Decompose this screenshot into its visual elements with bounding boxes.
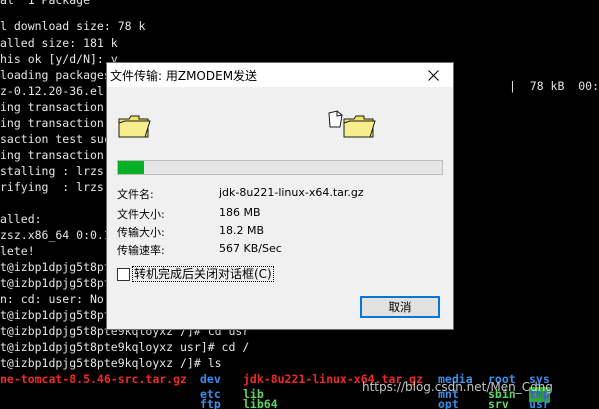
dialog-title: 文件传输: 用ZMODEM发送 bbox=[110, 69, 258, 83]
ls-item-ftp: ftp bbox=[200, 397, 221, 409]
transfer-rate-value: 567 KB/Sec bbox=[219, 242, 282, 255]
terminal-line: alled size: 181 k bbox=[0, 36, 118, 50]
transferred-size-label: 传输大小: bbox=[117, 226, 165, 239]
download-progress-text: | 78 kB 00: bbox=[509, 79, 599, 93]
ls-item-dev: dev bbox=[200, 372, 221, 386]
terminal-line: his ok [y/d/N]: y bbox=[0, 52, 118, 66]
ls-item-lib64: lib64 bbox=[243, 397, 278, 409]
terminal-line: rifying : lrzs bbox=[0, 180, 104, 194]
terminal-line: n: cd: user: No bbox=[0, 292, 104, 306]
terminal-line: t@izbp1dpjg5t8pt bbox=[0, 276, 111, 290]
ls-item-tomcat: ne-tomcat-8.5.46-src.tar.gz bbox=[0, 372, 187, 386]
terminal-line: al 1 Package bbox=[0, 0, 91, 7]
close-on-complete-option[interactable]: 转机完成后关闭对话框(C) bbox=[117, 266, 274, 282]
close-on-complete-label[interactable]: 转机完成后关闭对话框(C) bbox=[132, 266, 274, 282]
close-icon bbox=[427, 69, 439, 81]
terminal-line: stalling : lrzs bbox=[0, 164, 104, 178]
ls-item-usr: usr bbox=[529, 397, 550, 409]
watermark: https://blog.csdn.net/Men_Cdng bbox=[362, 380, 553, 394]
close-on-complete-checkbox[interactable] bbox=[117, 267, 130, 281]
terminal-line: l download size: 78 k bbox=[0, 19, 146, 33]
ls-item-opt: opt bbox=[438, 397, 459, 409]
terminal-line: alled: bbox=[0, 212, 42, 226]
file-name-label: 文件名: bbox=[117, 188, 154, 201]
transfer-progress-bar bbox=[117, 160, 443, 175]
terminal-line: t@izbp1dpjg5t8pte9kqloyxz usr]# cd / bbox=[0, 340, 250, 354]
zmodem-transfer-dialog: 文件传输: 用ZMODEM发送 文件名: jdk-8u221-linux-x64… bbox=[106, 62, 454, 330]
terminal-line: loading packages: bbox=[0, 68, 118, 82]
terminal-line: ing transaction bbox=[0, 100, 104, 114]
terminal-line: t@izbp1dpjg5t8pt bbox=[0, 308, 111, 322]
progress-fill bbox=[118, 161, 144, 174]
file-size-value: 186 MB bbox=[219, 206, 261, 219]
transfer-rate-label: 传输速率: bbox=[117, 244, 165, 257]
cancel-button[interactable]: 取消 bbox=[360, 296, 440, 318]
file-name-value: jdk-8u221-linux-x64.tar.gz bbox=[219, 186, 364, 199]
terminal-line: z-0.12.20-36.el bbox=[0, 84, 104, 98]
close-button[interactable] bbox=[413, 63, 453, 87]
terminal-line: ing transaction bbox=[0, 116, 104, 130]
source-folder-icon bbox=[118, 115, 151, 138]
dialog-content: 文件名: jdk-8u221-linux-x64.tar.gz 文件大小: 18… bbox=[107, 87, 453, 329]
ls-item-srv: srv bbox=[488, 397, 509, 409]
file-size-label: 文件大小: bbox=[117, 208, 165, 221]
destination-folder-icon bbox=[343, 115, 376, 138]
terminal-line: zsz.x86_64 0:0.1 bbox=[0, 228, 111, 242]
dialog-titlebar[interactable]: 文件传输: 用ZMODEM发送 bbox=[107, 63, 453, 87]
terminal-line: t@izbp1dpjg5t8pte9kqloyxz /]# ls bbox=[0, 356, 222, 370]
transferred-size-value: 18.2 MB bbox=[219, 224, 265, 237]
terminal-line: saction test suc bbox=[0, 132, 111, 146]
terminal-line: ing transaction bbox=[0, 148, 104, 162]
terminal-line: lete! bbox=[0, 244, 35, 258]
terminal-line: t@izbp1dpjg5t8pt bbox=[0, 260, 111, 274]
